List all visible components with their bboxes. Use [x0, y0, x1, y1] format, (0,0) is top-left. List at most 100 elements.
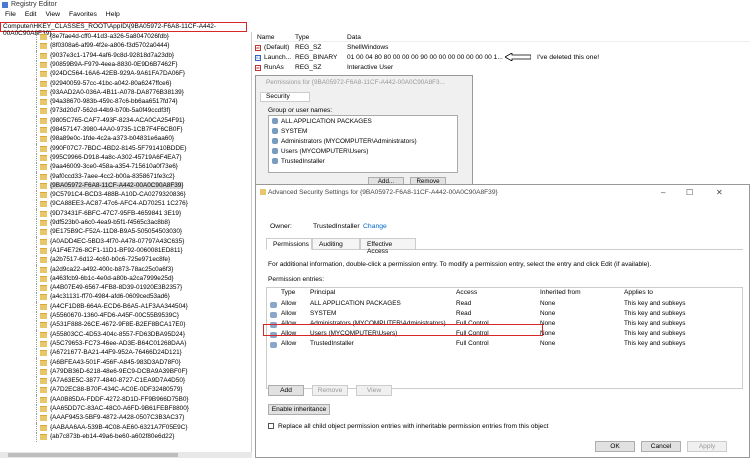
tree-item-label: {9C5791C4-BCD3-488B-A10D-CA0279320836} [50, 191, 186, 199]
permission-entry-row[interactable]: Allow ALL APPLICATION PACKAGES Read None Thi… [268, 300, 740, 310]
dialog-title: Permissions for {9BA05972-F6A8-11CF-A442… [266, 79, 445, 86]
entry-access: Read [456, 310, 472, 317]
cancel-button[interactable]: Cancel [641, 441, 681, 452]
tree-item-label: {AA0B85DA-FDDF-4272-8D1D-FF9B966D75B0} [50, 395, 189, 403]
folder-icon [40, 303, 47, 310]
value-name: (Default) [264, 44, 290, 51]
folder-icon [40, 89, 47, 96]
folder-icon [40, 52, 47, 59]
entry-type: Allow [281, 300, 297, 307]
group-icon [272, 118, 278, 125]
menu-favorites[interactable]: Favorites [69, 11, 97, 18]
folder-icon [40, 145, 47, 152]
col-inherited[interactable]: Inherited from [540, 289, 581, 296]
tree-item[interactable]: {ab7c873b-eb14-49a6-be60-a602f80e6d22} [0, 431, 251, 442]
tree-item-label: {A7A63E5C-3877-4840-8727-C1EA9D7A4D50} [50, 377, 186, 385]
tree-item-label: {9BA05972-F6A8-11CF-A442-00A0C90A8F39} [50, 181, 184, 189]
tree-item-label: {990F07C7-7BDC-4BD2-8145-5F791410BDDE} [50, 144, 187, 152]
address-bar[interactable]: Computer\HKEY_CLASSES_ROOT\AppID\{9BA059… [0, 22, 247, 37]
entry-applies: This key and subkeys [624, 300, 686, 307]
folder-icon [40, 127, 47, 133]
folder-icon [40, 433, 47, 440]
folder-icon [40, 285, 47, 292]
tree-horizontal-scrollbar[interactable] [0, 452, 252, 458]
value-data: ShellWindows [347, 44, 389, 51]
menu-bar: File Edit View Favorites Help [0, 11, 750, 22]
tree-item-label: {8f0308a6-af99-4f2e-a806-f3d5702a0444} [50, 42, 170, 50]
folder-icon [40, 201, 47, 208]
col-access[interactable]: Access [456, 289, 477, 296]
list-item[interactable]: Administrators (MYCOMPUTER\Administrator… [272, 138, 417, 145]
col-type[interactable]: Type [295, 34, 309, 41]
remove-button[interactable]: Remove [312, 385, 348, 396]
checkbox-box[interactable] [268, 423, 274, 430]
folder-icon [40, 61, 47, 68]
folder-icon [40, 266, 47, 273]
folder-icon [40, 313, 47, 319]
value-data: 01 00 04 80 80 00 00 00 90 00 00 00 00 0… [347, 54, 503, 61]
tree-item-label: {9af0ccd33-7aee-4cc2-b00a-8358671fe3c2} [50, 172, 175, 180]
regedit-icon [2, 2, 8, 8]
tree-item-label: {a2d9ca22-a492-400c-b873-78ac25c0a6f3} [50, 265, 174, 273]
close-icon[interactable]: ✕ [716, 188, 723, 197]
user-name: Administrators (MYCOMPUTER\Administrator… [281, 138, 417, 145]
permission-entry-row[interactable]: Allow TrustedInstaller Full Control None Thi… [268, 340, 740, 350]
list-item[interactable]: TrustedInstaller [272, 158, 325, 165]
folder-icon [40, 406, 47, 412]
menu-help[interactable]: Help [106, 11, 120, 18]
user-list[interactable]: ALL APPLICATION PACKAGES SYSTEM Administ… [268, 115, 458, 173]
scroll-thumb[interactable] [8, 453, 178, 457]
enable-inheritance-button[interactable]: Enable inheritance [268, 404, 330, 415]
user-icon [272, 158, 278, 165]
folder-icon [40, 210, 47, 217]
list-item[interactable]: SYSTEM [272, 128, 307, 135]
tree-item-label: {9E175B9C-F52A-11D8-B9A5-505054503030} [50, 228, 183, 236]
user-icon [270, 342, 277, 348]
menu-view[interactable]: View [45, 11, 60, 18]
tab-permissions[interactable]: Permissions [266, 238, 312, 250]
minimize-icon[interactable]: – [661, 188, 665, 197]
list-item[interactable]: Users (MYCOMPUTER\Users) [272, 148, 368, 155]
folder-icon [40, 154, 47, 161]
list-item[interactable]: ALL APPLICATION PACKAGES [272, 118, 372, 125]
tab-auditing[interactable]: Auditing [312, 238, 360, 250]
entry-inherited: None [540, 340, 556, 347]
folder-icon [40, 275, 47, 282]
tree-item-label: {973d20d7-562d-44b9-b70b-5a0f49ccdf3f} [50, 107, 171, 115]
replace-child-checkbox[interactable]: Replace all child object permission entr… [268, 423, 548, 430]
col-data[interactable]: Data [347, 34, 361, 41]
apply-button[interactable]: Apply [687, 441, 727, 452]
add-button[interactable]: Add [268, 385, 304, 396]
folder-icon [40, 238, 47, 245]
checkbox-label: Replace all child object permission entr… [278, 423, 549, 430]
col-name[interactable]: Name [257, 34, 275, 41]
tree-item-label: {94a38670-983b-459c-87c6-bb6aa6517fd74} [50, 98, 178, 106]
tab-security[interactable]: Security [260, 92, 310, 102]
arrow-left-icon [505, 53, 531, 61]
user-name: SYSTEM [281, 128, 308, 135]
group-label: Group or user names: [268, 107, 333, 114]
menu-edit[interactable]: Edit [25, 11, 37, 18]
view-button[interactable]: View [356, 385, 392, 396]
permission-entry-row[interactable]: Allow SYSTEM Read None This key and subkeys [268, 310, 740, 320]
tree-item-label: {9df523b0-a6c0-4ea9-b5f1-f4565c3ac8b8} [50, 219, 171, 226]
col-applies[interactable]: Applies to [624, 289, 653, 296]
maximize-icon[interactable]: ☐ [686, 188, 693, 197]
change-owner-link[interactable]: Change [363, 223, 387, 230]
entry-applies: This key and subkeys [624, 340, 686, 347]
menu-file[interactable]: File [5, 11, 16, 18]
value-type: REG_SZ [295, 44, 322, 51]
folder-icon [40, 368, 47, 375]
ok-button[interactable]: OK [595, 441, 635, 452]
folder-icon [40, 71, 47, 78]
tab-effective-access[interactable]: Effective Access [360, 238, 416, 255]
col-principal[interactable]: Principal [310, 289, 335, 296]
folder-icon [40, 294, 47, 301]
tree-item-label: {a463fcb9-6b1c-4e0d-a80b-a2ca7999e25d} [50, 274, 174, 282]
registry-tree[interactable]: {8e7fae4d-cff0-41d3-a326-5a8047026fdb} {8… [0, 32, 252, 452]
folder-icon [40, 43, 47, 50]
col-type[interactable]: Type [281, 289, 295, 296]
user-icon [270, 302, 277, 308]
folder-icon [40, 80, 47, 87]
folder-icon [40, 378, 47, 385]
